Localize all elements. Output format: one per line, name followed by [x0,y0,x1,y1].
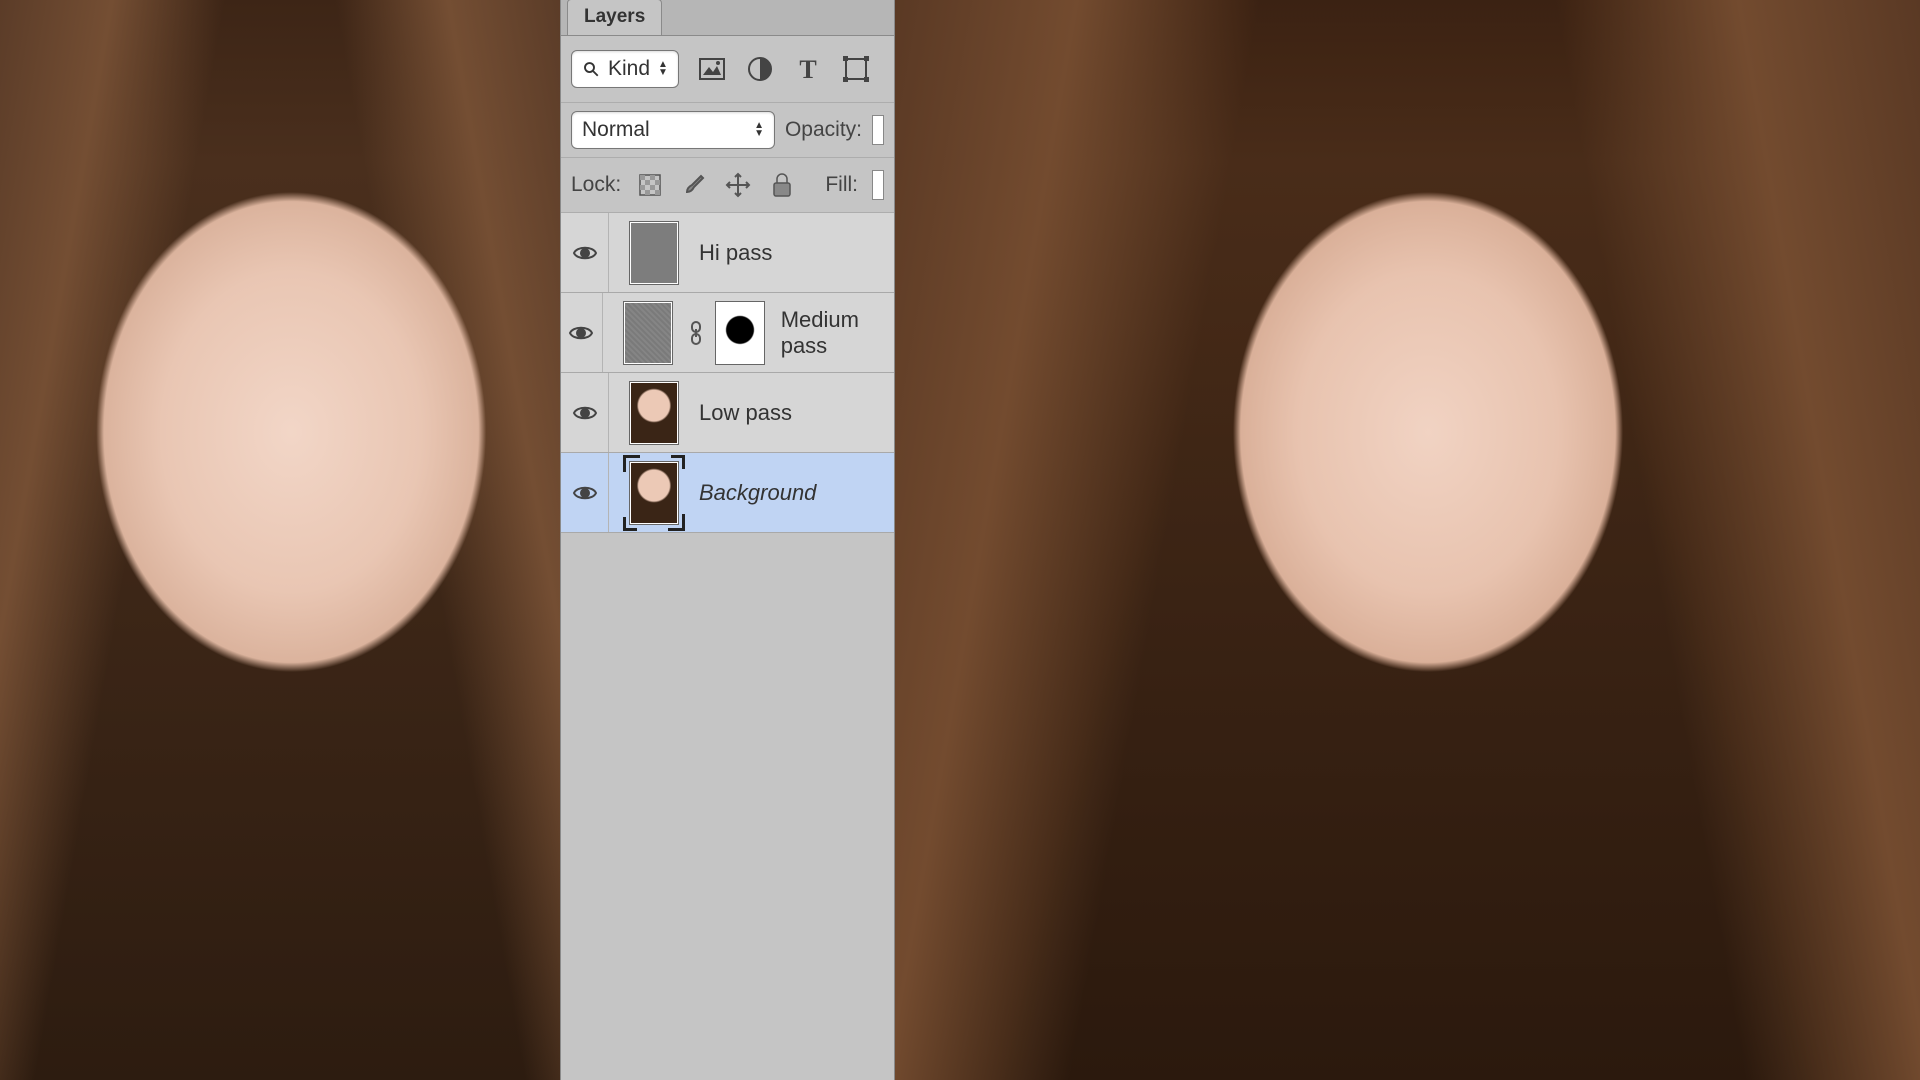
filter-pixel-layers-icon[interactable] [697,54,727,84]
layer-thumbnail[interactable] [625,217,683,289]
layer-thumbnail[interactable] [619,297,677,369]
eye-icon [568,323,594,343]
layer-row-medium-pass[interactable]: Medium pass [561,293,894,373]
filter-kind-value: Kind [608,57,650,81]
visibility-toggle[interactable] [561,293,603,372]
layer-name[interactable]: Low pass [699,400,792,426]
opacity-label: Opacity: [785,118,862,142]
layer-thumbnails [603,297,781,369]
svg-text:T: T [799,56,816,82]
layer-name[interactable]: Background [699,480,816,506]
filter-type-layers-icon[interactable]: T [793,54,823,84]
lock-all-icon[interactable] [767,170,797,200]
panel-tabbar: Layers [561,0,894,36]
layers-panel: Layers Kind ▲▼ T Normal ▲▼ Opacity: [560,0,895,1080]
layer-list: Hi pass Medium pass Low pass Background [561,213,894,1080]
layer-name[interactable]: Medium pass [781,307,894,359]
opacity-field[interactable] [872,115,884,145]
thumbnail-image [629,381,679,445]
fill-label: Fill: [825,173,858,197]
lock-transparency-icon[interactable] [635,170,665,200]
filter-shape-layers-icon[interactable] [841,54,871,84]
layer-thumbnails [609,377,699,449]
lock-pixels-brush-icon[interactable] [679,170,709,200]
layer-thumbnails [609,457,699,529]
thumbnail-image [629,461,679,525]
eye-icon [572,483,598,503]
layer-thumbnails [609,217,699,289]
fill-field[interactable] [872,170,884,200]
portrait-render [0,0,560,1080]
search-icon [582,60,600,78]
portrait-render [895,0,1920,1080]
lock-row: Lock: Fill: [561,158,894,213]
visibility-toggle[interactable] [561,373,609,452]
document-after-image [895,0,1920,1080]
layer-row-background[interactable]: Background [561,453,894,533]
visibility-toggle[interactable] [561,213,609,292]
dropdown-arrows-icon: ▲▼ [754,122,764,138]
eye-icon [572,243,598,263]
lock-position-move-icon[interactable] [723,170,753,200]
layer-mask-thumbnail[interactable] [715,301,765,365]
blend-mode-value: Normal [582,118,650,142]
layer-thumbnail[interactable] [625,377,683,449]
filter-kind-dropdown[interactable]: Kind ▲▼ [571,50,679,88]
thumbnail-image [629,221,679,285]
layer-thumbnail[interactable] [625,457,683,529]
blend-row: Normal ▲▼ Opacity: [561,103,894,158]
layer-mask-link-icon[interactable] [687,320,705,346]
blend-mode-dropdown[interactable]: Normal ▲▼ [571,111,775,149]
layer-name[interactable]: Hi pass [699,240,772,266]
filter-adjustment-layers-icon[interactable] [745,54,775,84]
thumbnail-image [623,301,673,365]
layer-filter-row: Kind ▲▼ T [561,36,894,103]
document-before-image [0,0,560,1080]
lock-label: Lock: [571,173,621,197]
layer-row-hi-pass[interactable]: Hi pass [561,213,894,293]
eye-icon [572,403,598,423]
visibility-toggle[interactable] [561,453,609,532]
dropdown-arrows-icon: ▲▼ [658,61,668,77]
tab-layers[interactable]: Layers [567,0,662,35]
layer-row-low-pass[interactable]: Low pass [561,373,894,453]
